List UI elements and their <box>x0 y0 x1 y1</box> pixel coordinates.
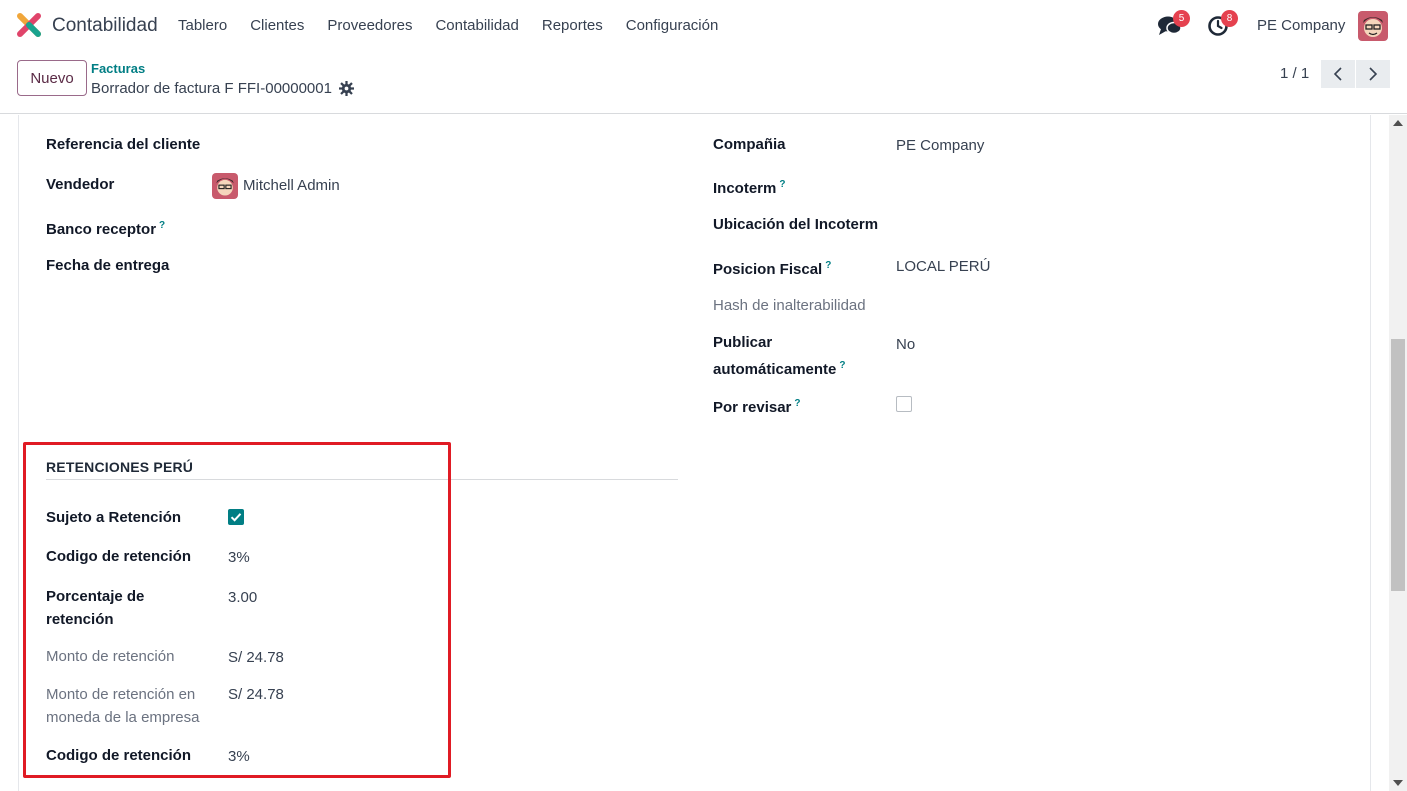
activities-badge: 8 <box>1221 10 1238 27</box>
help-icon[interactable]: ? <box>779 179 785 190</box>
new-button[interactable]: Nuevo <box>17 60 87 96</box>
main-menu: Tablero Clientes Proveedores Contabilida… <box>178 17 741 34</box>
to-check-label: Por revisar? <box>713 392 801 419</box>
company-label: Compañia <box>713 136 786 153</box>
menu-item-clientes[interactable]: Clientes <box>250 17 304 34</box>
menu-item-proveedores[interactable]: Proveedores <box>327 17 412 34</box>
scrollbar-thumb[interactable] <box>1391 339 1405 591</box>
user-avatar[interactable] <box>1358 11 1388 41</box>
incoterm-label: Incoterm? <box>713 173 785 200</box>
gear-icon[interactable] <box>339 81 354 96</box>
breadcrumb-parent[interactable]: Facturas <box>91 61 145 76</box>
scroll-up-arrow-icon[interactable] <box>1393 120 1403 126</box>
menu-item-contabilidad[interactable]: Contabilidad <box>435 17 518 34</box>
company-switcher[interactable]: PE Company <box>1257 17 1345 34</box>
incoterm-label-text: Incoterm <box>713 180 777 197</box>
scrollbar[interactable] <box>1389 115 1407 791</box>
chevron-left-icon <box>1333 67 1342 81</box>
scroll-down-arrow-icon[interactable] <box>1393 780 1403 786</box>
help-icon[interactable]: ? <box>794 398 800 409</box>
inalterability-hash-label: Hash de inalterabilidad <box>713 297 866 314</box>
chevron-right-icon <box>1369 67 1378 81</box>
breadcrumb-current: Borrador de factura F FFI-00000001 <box>91 80 332 97</box>
salesperson-label: Vendedor <box>46 176 115 193</box>
auto-post-label-line2: automáticamente <box>713 361 837 378</box>
help-icon[interactable]: ? <box>825 260 831 271</box>
salesperson-value[interactable]: Mitchell Admin <box>243 174 340 197</box>
salesperson-avatar <box>212 173 238 199</box>
help-icon[interactable]: ? <box>839 360 845 371</box>
receiving-bank-label-text: Banco receptor <box>46 221 157 238</box>
receiving-bank-label: Banco receptor? <box>46 214 165 241</box>
to-check-checkbox[interactable] <box>896 396 912 412</box>
incoterm-location-label: Ubicación del Incoterm <box>713 216 879 233</box>
control-panel: Nuevo Facturas Borrador de factura F FFI… <box>0 52 1407 114</box>
to-check-label-text: Por revisar <box>713 399 792 416</box>
delivery-date-label: Fecha de entrega <box>46 257 170 274</box>
auto-post-label: Publicar automáticamente? <box>713 331 845 381</box>
pager-previous-button[interactable] <box>1321 60 1355 88</box>
company-value[interactable]: PE Company <box>896 134 984 157</box>
app-logo-icon[interactable] <box>17 13 41 37</box>
pager-value: 1 / 1 <box>1280 65 1310 82</box>
fiscal-position-label: Posicion Fiscal? <box>713 254 831 281</box>
menu-item-configuracion[interactable]: Configuración <box>626 17 719 34</box>
highlight-box <box>23 442 451 778</box>
menu-item-reportes[interactable]: Reportes <box>542 17 603 34</box>
menu-item-tablero[interactable]: Tablero <box>178 17 227 34</box>
pager-next-button[interactable] <box>1356 60 1390 88</box>
auto-post-value[interactable]: No <box>896 333 915 356</box>
invoice-form: Referencia del cliente Vendedor Mitchell… <box>18 115 1371 791</box>
fiscal-position-value[interactable]: LOCAL PERÚ <box>896 255 990 278</box>
top-navbar: Contabilidad Tablero Clientes Proveedore… <box>0 0 1407 52</box>
app-title[interactable]: Contabilidad <box>52 15 158 37</box>
messages-badge: 5 <box>1173 10 1190 27</box>
auto-post-label-line1: Publicar <box>713 334 773 351</box>
fiscal-position-label-text: Posicion Fiscal <box>713 261 823 278</box>
help-icon[interactable]: ? <box>159 220 165 231</box>
customer-reference-label: Referencia del cliente <box>46 136 201 153</box>
